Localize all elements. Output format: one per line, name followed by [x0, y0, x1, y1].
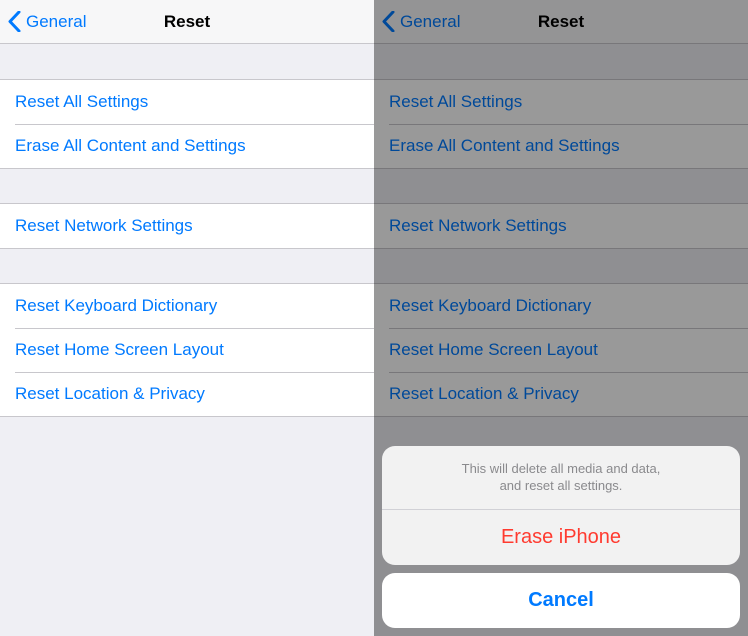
group-spacer [374, 249, 748, 283]
chevron-left-icon [382, 11, 395, 32]
nav-bar: General Reset [374, 0, 748, 44]
row-reset-network[interactable]: Reset Network Settings [0, 204, 374, 248]
page-title: Reset [538, 12, 584, 32]
settings-group-2: Reset Network Settings [374, 203, 748, 249]
back-label: General [26, 12, 86, 32]
screen-reset-settings: General Reset Reset All Settings Erase A… [0, 0, 374, 636]
page-title: Reset [164, 12, 210, 32]
settings-group-2: Reset Network Settings [0, 203, 374, 249]
group-spacer [0, 249, 374, 283]
screen-reset-settings-confirm: General Reset Reset All Settings Erase A… [374, 0, 748, 636]
row-reset-location-privacy[interactable]: Reset Location & Privacy [374, 372, 748, 416]
group-spacer [0, 169, 374, 203]
action-sheet-cancel-block: Cancel [382, 573, 740, 628]
row-reset-home-screen[interactable]: Reset Home Screen Layout [0, 328, 374, 372]
nav-bar: General Reset [0, 0, 374, 44]
message-line: and reset all settings. [500, 478, 623, 493]
row-reset-keyboard[interactable]: Reset Keyboard Dictionary [374, 284, 748, 328]
group-spacer [374, 169, 748, 203]
row-reset-network[interactable]: Reset Network Settings [374, 204, 748, 248]
row-erase-all-content[interactable]: Erase All Content and Settings [0, 124, 374, 168]
settings-group-1: Reset All Settings Erase All Content and… [374, 79, 748, 169]
cancel-button[interactable]: Cancel [382, 573, 740, 628]
back-button[interactable]: General [0, 0, 86, 43]
action-sheet-message: This will delete all media and data, and… [382, 446, 740, 509]
settings-group-3: Reset Keyboard Dictionary Reset Home Scr… [0, 283, 374, 417]
message-line: This will delete all media and data, [462, 461, 661, 476]
row-reset-location-privacy[interactable]: Reset Location & Privacy [0, 372, 374, 416]
settings-group-1: Reset All Settings Erase All Content and… [0, 79, 374, 169]
row-reset-all-settings[interactable]: Reset All Settings [374, 80, 748, 124]
group-spacer [0, 44, 374, 79]
chevron-left-icon [8, 11, 21, 32]
back-button[interactable]: General [374, 0, 460, 43]
row-erase-all-content[interactable]: Erase All Content and Settings [374, 124, 748, 168]
group-spacer [374, 44, 748, 79]
row-reset-keyboard[interactable]: Reset Keyboard Dictionary [0, 284, 374, 328]
action-sheet-main: This will delete all media and data, and… [382, 446, 740, 565]
row-reset-all-settings[interactable]: Reset All Settings [0, 80, 374, 124]
row-reset-home-screen[interactable]: Reset Home Screen Layout [374, 328, 748, 372]
erase-iphone-button[interactable]: Erase iPhone [382, 510, 740, 565]
back-label: General [400, 12, 460, 32]
settings-group-3: Reset Keyboard Dictionary Reset Home Scr… [374, 283, 748, 417]
action-sheet: This will delete all media and data, and… [382, 446, 740, 628]
